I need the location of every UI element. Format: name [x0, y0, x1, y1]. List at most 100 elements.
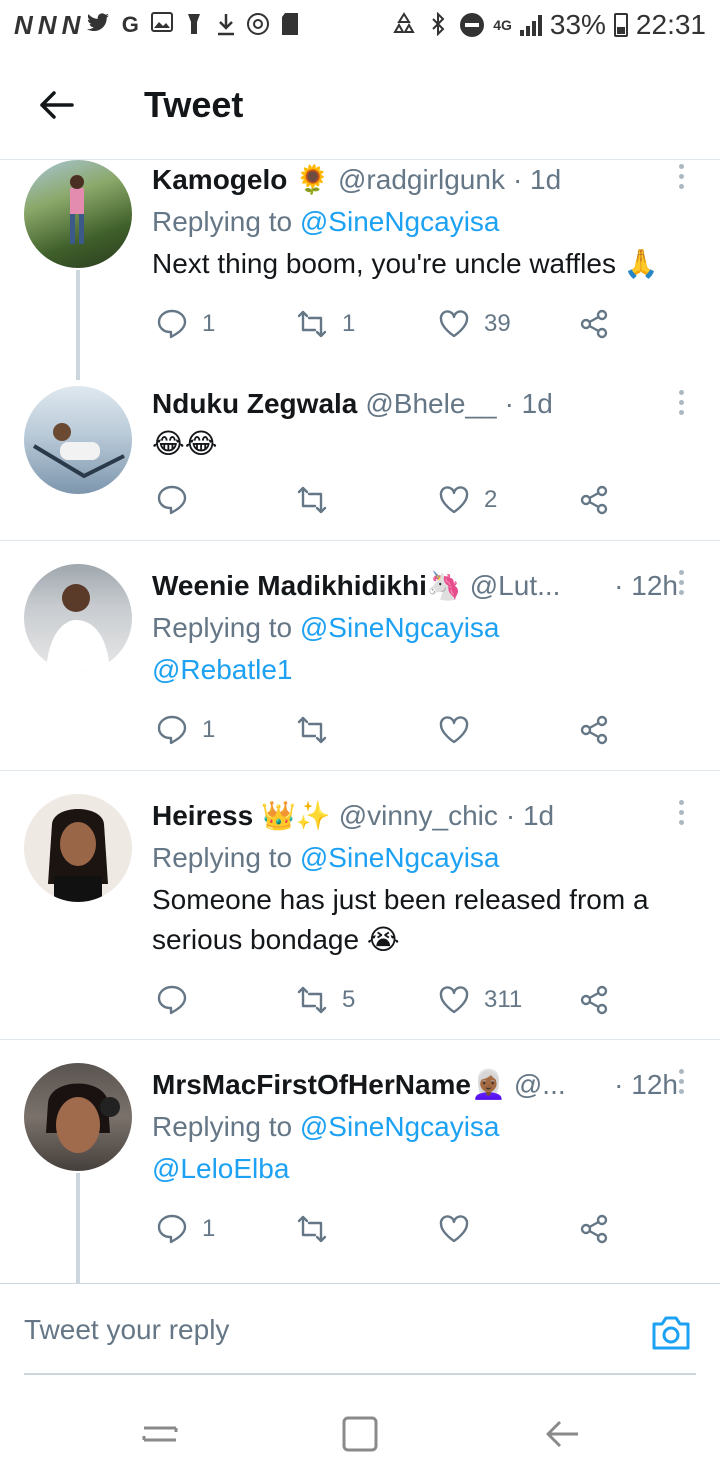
app-header: Tweet	[0, 50, 720, 160]
reply-input[interactable]: Tweet your reply	[24, 1314, 229, 1346]
tweet-text[interactable]: @LeloElba	[152, 1149, 690, 1189]
replying-to-mention[interactable]: @SineNgcayisa	[300, 612, 500, 643]
tweet-text[interactable]: @Rebatle1	[152, 650, 690, 690]
avatar[interactable]	[24, 794, 132, 902]
avatar[interactable]	[24, 1063, 132, 1171]
status-left: N N N G	[14, 10, 303, 41]
share-icon	[580, 485, 608, 515]
username[interactable]: @Bhele__	[365, 384, 496, 424]
twitter-icon	[85, 12, 111, 38]
sd-card-icon	[277, 12, 303, 38]
system-back-button[interactable]	[540, 1412, 584, 1456]
retweet-button[interactable]	[296, 708, 342, 752]
display-name[interactable]: Kamogelo 🌻	[152, 160, 330, 200]
reply-underline	[24, 1373, 696, 1375]
like-button[interactable]: 311	[438, 978, 522, 1022]
home-button[interactable]	[338, 1412, 382, 1456]
camera-button[interactable]	[650, 1314, 692, 1352]
like-button[interactable]: 2	[438, 478, 497, 522]
replying-to-mention[interactable]: @SineNgcayisa	[300, 206, 500, 237]
username[interactable]: @...	[514, 1065, 566, 1105]
timestamp: · 1d	[505, 800, 555, 831]
reply-icon	[157, 1214, 187, 1244]
share-button[interactable]	[578, 302, 610, 346]
tweet-item[interactable]: MrsMacFirstOfHerName👩🏾‍🦳 @... Replying t…	[0, 1041, 720, 1283]
tweet-item[interactable]: Weenie Madikhidikhi🦄 @Lut... Replying to…	[0, 542, 720, 771]
retweet-button[interactable]: 5	[296, 978, 355, 1022]
tweet-item[interactable]: Heiress 👑✨ @vinny_chic · 1d Replying to …	[0, 772, 720, 1040]
reply-button[interactable]	[156, 478, 202, 522]
timestamp: · 1d	[504, 388, 553, 419]
more-options-icon[interactable]	[676, 164, 686, 189]
like-count: 39	[484, 310, 511, 337]
download-icon	[213, 12, 239, 38]
replying-to: Replying to @SineNgcayisa	[152, 606, 690, 650]
tweet-actions: 5 311	[152, 978, 622, 1022]
notification-n-icon: N	[14, 9, 33, 40]
share-icon	[580, 715, 608, 745]
replying-to-mention[interactable]: @SineNgcayisa	[300, 1111, 500, 1142]
reply-button[interactable]: 1	[156, 302, 215, 346]
display-name[interactable]: Heiress 👑✨	[152, 796, 331, 836]
username[interactable]: @Lut...	[470, 566, 561, 606]
status-bar: N N N G 4G 33% 22:31	[0, 0, 720, 50]
tweet-header: MrsMacFirstOfHerName👩🏾‍🦳 @...	[152, 1065, 690, 1105]
thread-line	[76, 1173, 80, 1283]
recents-button[interactable]	[138, 1412, 182, 1456]
battery-icon	[613, 13, 628, 37]
reply-button[interactable]: 1	[156, 1207, 215, 1251]
replying-to-mention[interactable]: @SineNgcayisa	[300, 842, 500, 873]
notification-n-icon: N	[61, 9, 81, 40]
timestamp: · 12h	[614, 570, 678, 601]
retweet-icon	[297, 310, 327, 338]
retweet-button[interactable]	[296, 1207, 342, 1251]
reply-button[interactable]	[156, 978, 202, 1022]
reply-icon	[157, 309, 187, 339]
replying-to-label: Replying to	[152, 612, 293, 643]
heart-icon	[439, 716, 469, 744]
username[interactable]: @vinny_chic	[339, 796, 498, 836]
tweet-actions: 1	[152, 708, 622, 752]
reply-count: 1	[202, 1215, 216, 1242]
reply-button[interactable]: 1	[156, 708, 215, 752]
more-options-icon[interactable]	[676, 800, 686, 825]
tweet-item[interactable]: Kamogelo 🌻 @radgirlgunk · 1d Replying to…	[0, 160, 720, 380]
replying-to: Replying to @SineNgcayisa	[152, 1105, 690, 1149]
more-options-icon[interactable]	[676, 1069, 686, 1094]
retweet-button[interactable]: 1	[296, 302, 355, 346]
battery-percent: 33%	[549, 9, 606, 40]
like-button[interactable]: 39	[438, 302, 511, 346]
gallery-icon	[149, 12, 175, 38]
camera-icon	[652, 1316, 690, 1350]
tweet-header: Nduku Zegwala @Bhele__ · 1d	[152, 384, 690, 424]
display-name[interactable]: MrsMacFirstOfHerName👩🏾‍🦳	[152, 1065, 506, 1105]
display-name[interactable]: Nduku Zegwala	[152, 384, 357, 424]
like-button[interactable]	[438, 708, 484, 752]
tweet-item[interactable]: Nduku Zegwala @Bhele__ · 1d 😂😂 2	[0, 380, 720, 541]
share-icon	[580, 309, 608, 339]
retweet-button[interactable]	[296, 478, 342, 522]
page-title: Tweet	[144, 83, 244, 125]
reply-icon	[157, 715, 187, 745]
back-button[interactable]	[28, 77, 84, 133]
like-button[interactable]	[438, 1207, 484, 1251]
avatar[interactable]	[24, 160, 132, 268]
recycle-icon	[391, 12, 417, 38]
share-button[interactable]	[578, 978, 610, 1022]
tweet-text-line-2: serious bondage 😭	[152, 924, 400, 955]
more-options-icon[interactable]	[676, 570, 686, 595]
share-icon	[580, 1214, 608, 1244]
avatar[interactable]	[24, 386, 132, 494]
display-name[interactable]: Weenie Madikhidikhi🦄	[152, 566, 462, 606]
bluetooth-icon	[425, 11, 451, 38]
heart-icon	[439, 1215, 469, 1243]
network-type: 4G	[493, 17, 512, 33]
avatar[interactable]	[24, 564, 132, 672]
username[interactable]: @radgirlgunk	[338, 160, 505, 200]
more-options-icon[interactable]	[676, 390, 686, 415]
share-button[interactable]	[578, 478, 610, 522]
share-button[interactable]	[578, 708, 610, 752]
tweet-header: Weenie Madikhidikhi🦄 @Lut...	[152, 566, 690, 606]
arrow-left-icon	[40, 90, 74, 119]
share-button[interactable]	[578, 1207, 610, 1251]
